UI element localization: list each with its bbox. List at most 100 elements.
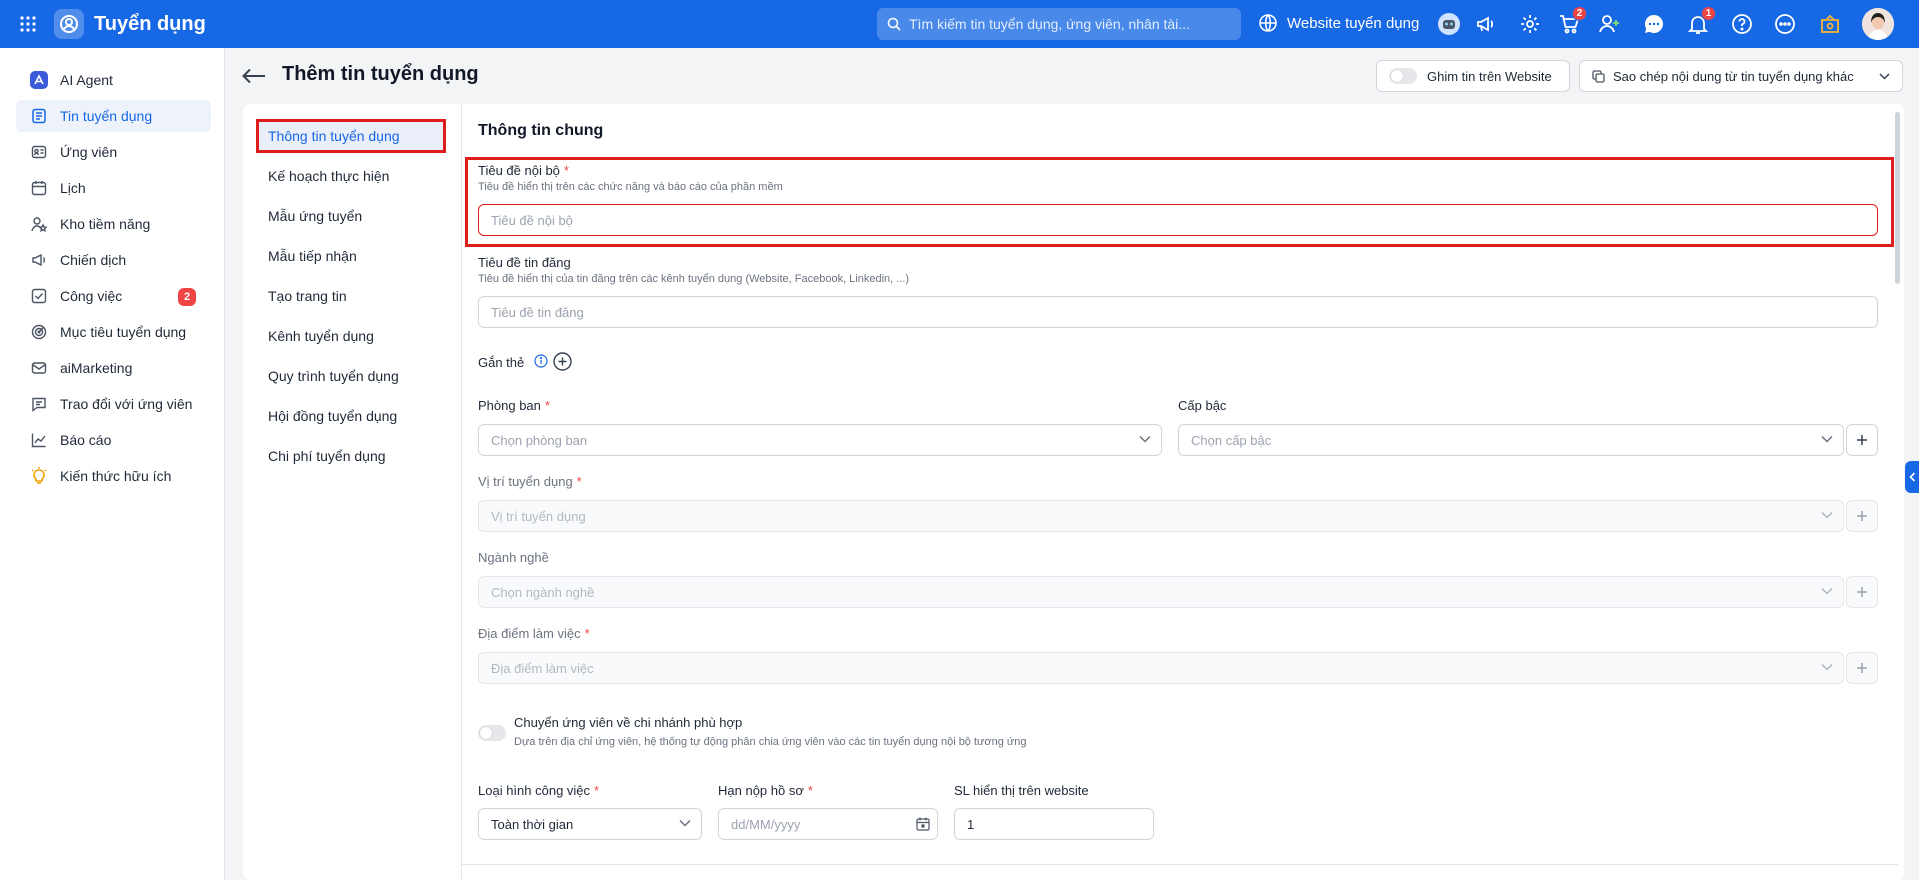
add-tag-icon[interactable] [553,352,572,371]
plus-icon [1857,663,1867,673]
subnav-costs[interactable]: Chi phí tuyển dụng [256,439,446,473]
subnav-channels[interactable]: Kênh tuyển dụng [256,319,446,353]
report-icon [30,431,48,449]
app-title[interactable]: Tuyển dụng [94,13,206,36]
chat-icon[interactable] [1642,12,1666,36]
search-input[interactable] [909,16,1219,32]
subnav-job-info[interactable]: Thông tin tuyển dụng [256,119,446,153]
apps-grid-icon[interactable] [14,10,42,38]
cart-icon[interactable]: 2 [1557,6,1587,36]
divider [462,864,1898,865]
calendar-icon[interactable] [916,817,930,831]
sidebar-item-label: Tin tuyển dụng [60,108,153,124]
ai-agent-icon [30,71,48,89]
posting-title-input[interactable] [478,296,1878,328]
level-label: Cấp bậc [1178,398,1227,413]
level-select[interactable]: Chọn cấp bậc [1178,424,1844,456]
notification-badge: 1 [1701,6,1716,21]
add-industry-button[interactable] [1846,576,1878,608]
sidebar-item-calendar[interactable]: Lịch [16,172,211,204]
location-label: Địa điểm làm việc * [478,626,590,641]
top-bar: Tuyển dụng Website tuyển dụng 2 1 [0,0,1919,48]
job-type-label: Loại hình công việc * [478,783,599,798]
sidebar-item-job-posts[interactable]: Tin tuyển dụng [16,100,211,132]
message-icon [30,395,48,413]
global-search[interactable] [877,8,1241,40]
subnav-create-page[interactable]: Tạo trang tin [256,279,446,313]
select-placeholder: Địa điểm làm việc [491,660,594,676]
chevron-down-icon [1821,663,1833,671]
sidebar-item-label: Kiến thức hữu ích [60,468,172,484]
display-count-input[interactable] [954,808,1154,840]
posting-title-label: Tiêu đề tin đăng [478,255,571,270]
add-location-button[interactable] [1846,652,1878,684]
copy-icon [1592,69,1605,83]
pin-toggle-switch[interactable] [1389,68,1417,84]
subnav-committee[interactable]: Hội đồng tuyển dụng [256,399,446,433]
sidebar-item-aimarketing[interactable]: aiMarketing [16,352,211,384]
position-label: Vị trí tuyển dụng * [478,474,582,489]
label-text: Hạn nộp hồ sơ [718,783,804,798]
deadline-input[interactable] [718,808,938,840]
sidebar-item-candidate-chat[interactable]: Trao đổi với ứng viên [16,388,211,420]
required-mark: * [584,626,590,641]
sidebar-item-tasks[interactable]: Công việc 2 [16,280,211,312]
sidebar-item-reports[interactable]: Báo cáo [16,424,211,456]
position-select[interactable]: Vị trí tuyển dụng [478,500,1844,532]
sidebar-item-recruitment-goals[interactable]: Mục tiêu tuyển dụng [16,316,211,348]
gear-icon[interactable] [1518,12,1542,36]
plus-icon [1857,587,1867,597]
subnav-application-form[interactable]: Mẫu ứng tuyển [256,199,446,233]
internal-title-label: Tiêu đề nội bộ * [478,163,569,178]
select-placeholder: Chọn cấp bậc [1191,432,1272,448]
subnav-intake-form[interactable]: Mẫu tiếp nhận [256,239,446,273]
help-icon[interactable] [1730,12,1754,36]
back-button[interactable] [242,64,268,88]
task-icon [30,287,48,305]
industry-select[interactable]: Chọn ngành nghề [478,576,1844,608]
chevron-down-icon [1821,587,1833,595]
label-text: Tiêu đề nội bộ [478,163,560,178]
info-icon[interactable] [534,354,548,368]
candidate-icon [30,143,48,161]
badge-icon[interactable] [1818,12,1842,36]
scrollbar-thumb[interactable] [1895,112,1900,284]
sidebar-item-label: Kho tiềm năng [60,216,151,232]
collapse-panel-tab[interactable] [1905,461,1919,493]
robot-icon[interactable] [1437,12,1461,36]
megaphone-icon[interactable] [1474,12,1498,36]
more-icon[interactable] [1773,12,1797,36]
plus-icon [1857,511,1867,521]
sidebar-item-label: AI Agent [60,72,113,88]
sidebar-item-candidates[interactable]: Ứng viên [16,136,211,168]
job-type-select[interactable]: Toàn thời gian [478,808,702,840]
sidebar-item-talent-pool[interactable]: Kho tiềm năng [16,208,211,240]
select-value: Toàn thời gian [491,816,574,832]
sidebar-item-knowledge[interactable]: Kiến thức hữu ích [16,460,211,492]
section-title: Thông tin chung [478,122,604,139]
website-link[interactable]: Website tuyển dụng [1258,13,1419,33]
add-user-icon[interactable] [1597,12,1621,36]
add-position-button[interactable] [1846,500,1878,532]
internal-title-input[interactable] [478,204,1878,236]
department-select[interactable]: Chọn phòng ban [478,424,1162,456]
sidebar-item-label: Lịch [60,180,86,196]
select-placeholder: Chọn phòng ban [491,432,588,448]
subnav-process[interactable]: Quy trình tuyển dụng [256,359,446,393]
label-text: Vị trí tuyển dụng [478,474,573,489]
bell-icon[interactable]: 1 [1686,6,1716,36]
branch-toggle-switch[interactable] [478,725,506,741]
user-avatar[interactable] [1862,8,1894,40]
sidebar-item-campaigns[interactable]: Chiến dịch [16,244,211,276]
subnav-plan[interactable]: Kế hoạch thực hiện [256,159,446,193]
pin-label: Ghim tin trên Website [1427,68,1552,84]
sidebar-item-ai-agent[interactable]: AI Agent [16,64,211,96]
arrow-left-icon [242,68,265,84]
chevron-down-icon [1821,511,1833,519]
location-select[interactable]: Địa điểm làm việc [478,652,1844,684]
label-text: Loại hình công việc [478,783,591,798]
add-level-button[interactable] [1846,424,1878,456]
copy-from-other-post-dropdown[interactable]: Sao chép nội dung từ tin tuyển dụng khác [1579,60,1903,92]
lightbulb-icon [30,467,48,485]
pin-on-website-toggle[interactable]: Ghim tin trên Website [1376,60,1570,92]
